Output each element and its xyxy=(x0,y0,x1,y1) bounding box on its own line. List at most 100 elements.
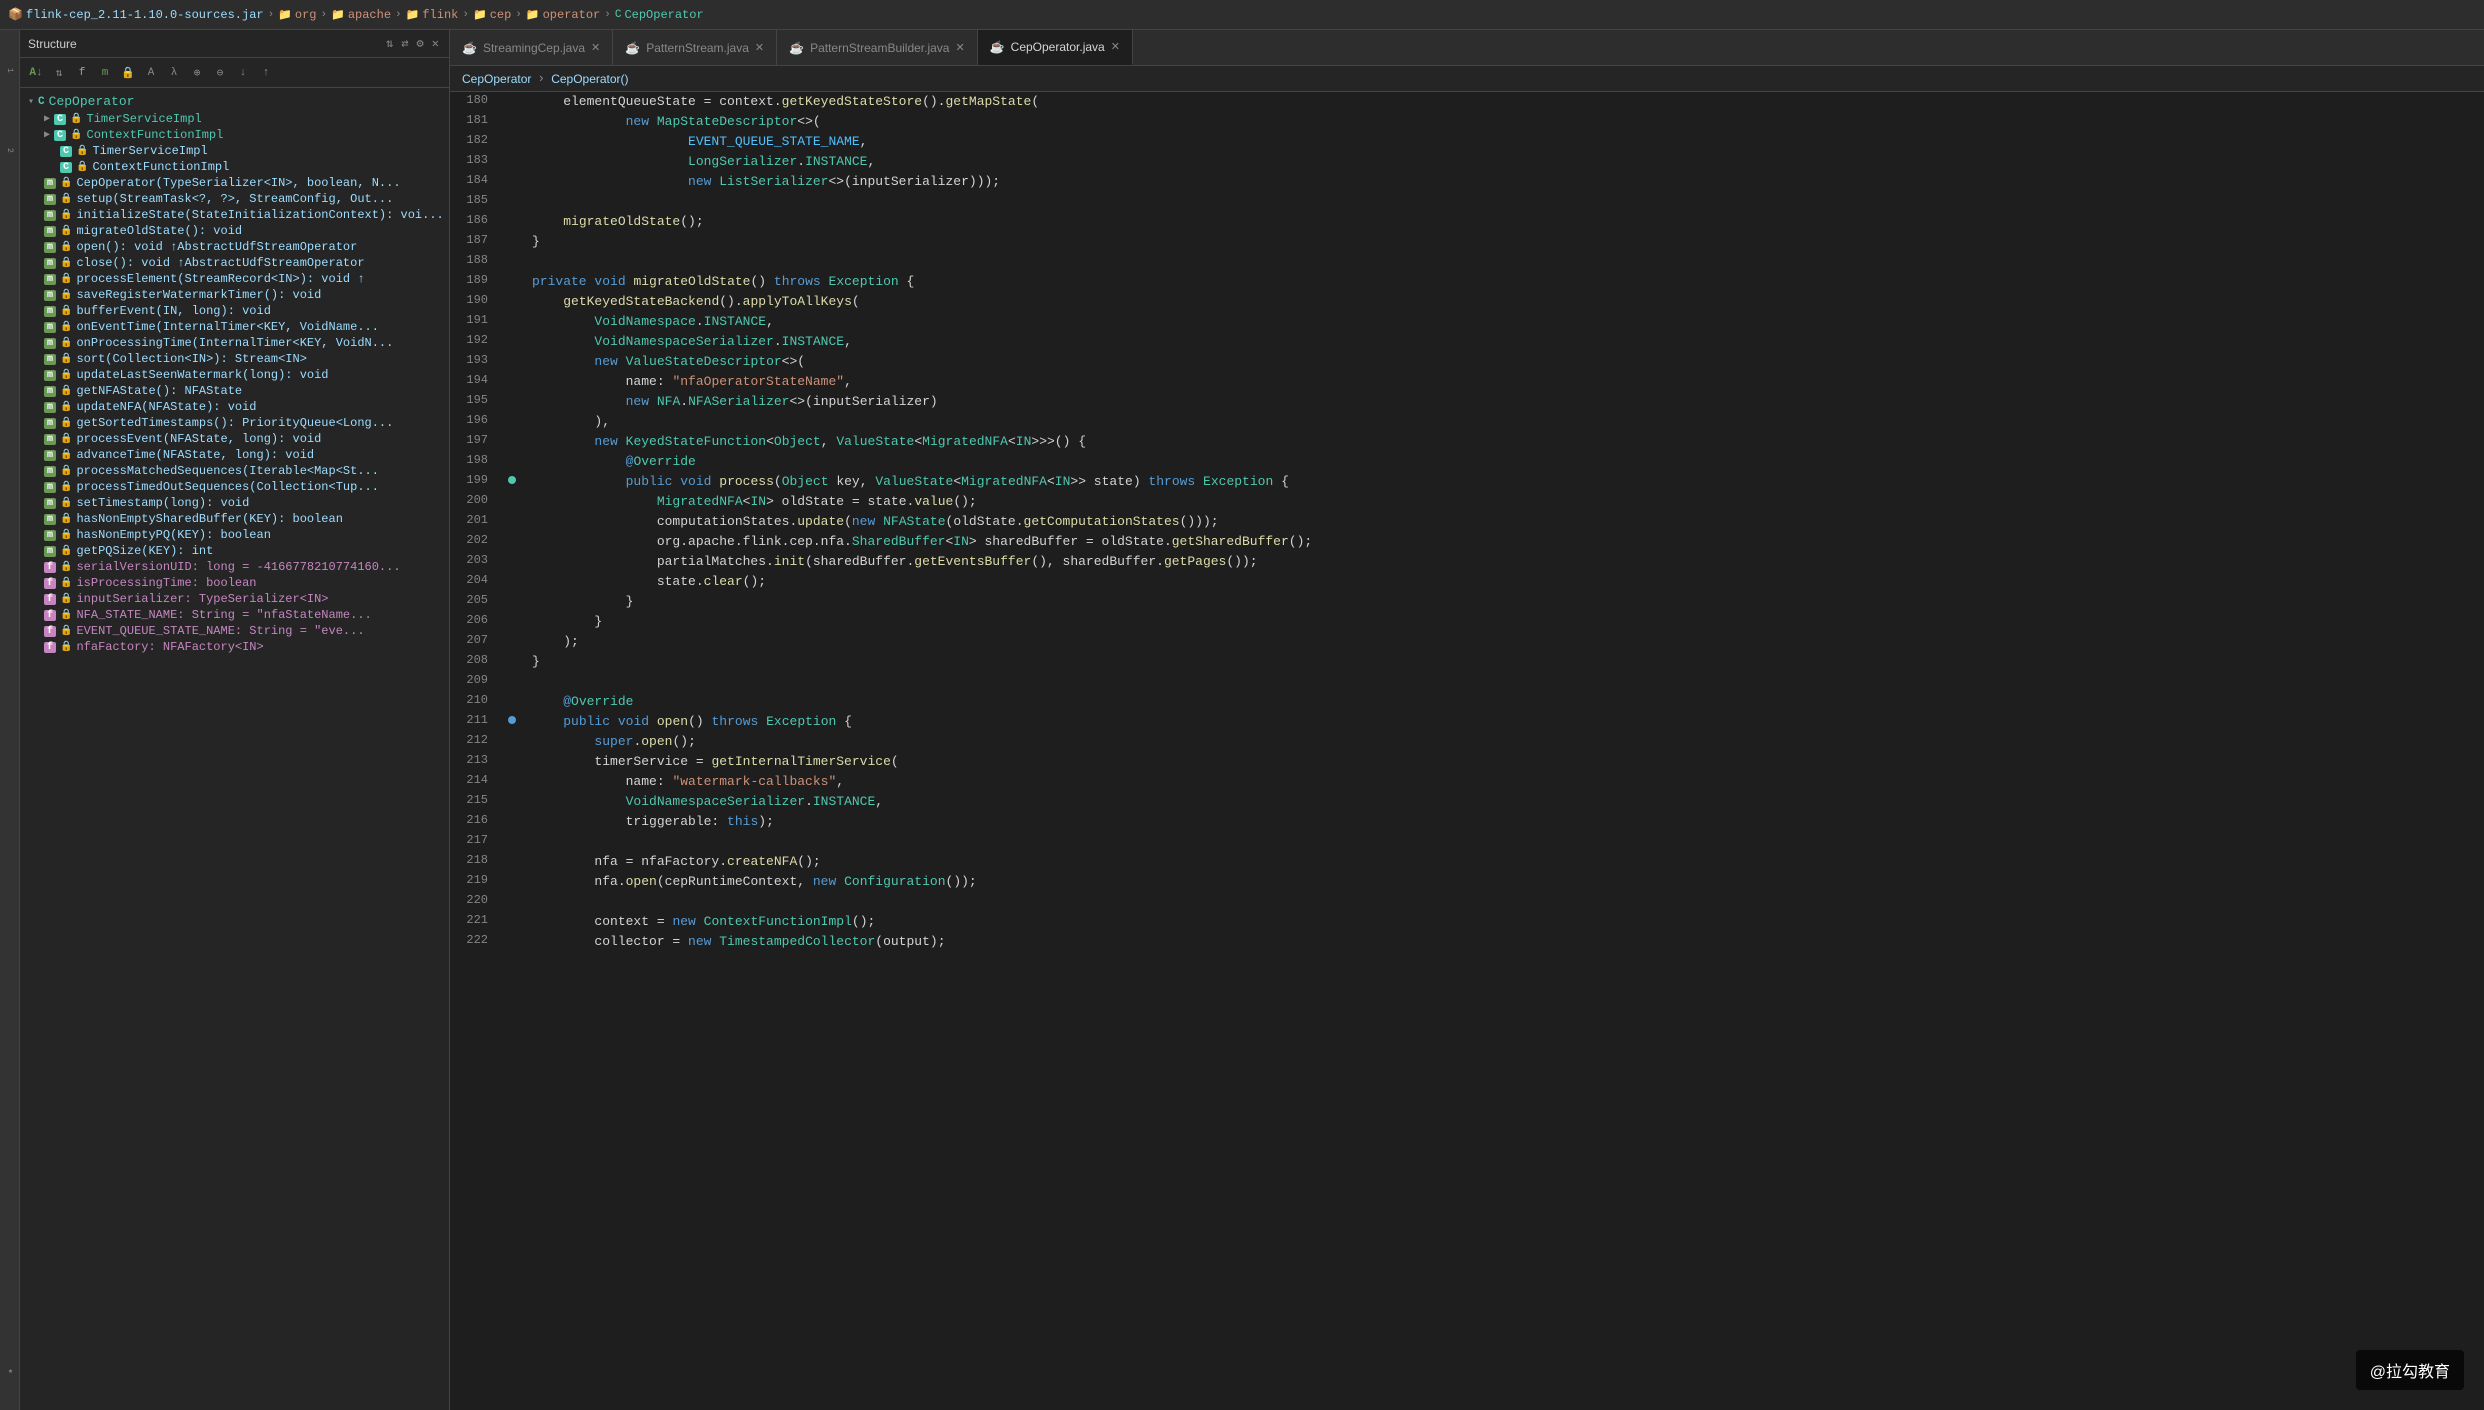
line-number: 199 xyxy=(450,472,500,492)
tree-item-4[interactable]: m🔒initializeState(StateInitializationCon… xyxy=(20,207,449,223)
line-number: 190 xyxy=(450,292,500,312)
collapse-all-btn[interactable]: ⇄ xyxy=(399,35,410,52)
tree-root-item[interactable]: ▾ C CepOperator xyxy=(20,92,449,111)
tree-item-1[interactable]: C🔒ContextFunctionImpl xyxy=(20,159,449,175)
line-number: 186 xyxy=(450,212,500,232)
tab-2[interactable]: ☕PatternStreamBuilder.java✕ xyxy=(777,30,978,65)
breadcrumb-flink[interactable]: 📁 flink xyxy=(406,8,459,22)
code-editor[interactable]: 180 elementQueueState = context.getKeyed… xyxy=(450,92,2484,1410)
breadcrumb-cep[interactable]: 📁 cep xyxy=(473,8,511,22)
scroll-from-source-btn[interactable]: ↑ xyxy=(256,63,276,83)
lock-22: 🔒 xyxy=(60,497,72,509)
tree-label-18: processEvent(NFAState, long): void xyxy=(76,432,321,446)
tree-item-25[interactable]: m🔒getPQSize(KEY): int xyxy=(20,543,449,559)
filter-fields-btn[interactable]: f xyxy=(72,63,92,83)
tree-item-26[interactable]: f🔒serialVersionUID: long = -416677821077… xyxy=(20,559,449,575)
tab-close-0[interactable]: ✕ xyxy=(591,41,600,54)
tree-item-13[interactable]: m🔒sort(Collection<IN>): Stream<IN> xyxy=(20,351,449,367)
root-class-icon: C xyxy=(38,96,45,108)
tree-item-19[interactable]: m🔒advanceTime(NFAState, long): void xyxy=(20,447,449,463)
line-content: @Override xyxy=(524,692,2484,712)
collapse-all-tree-btn[interactable]: ⊖ xyxy=(210,63,230,83)
tree-item-8[interactable]: m🔒processElement(StreamRecord<IN>): void… xyxy=(20,271,449,287)
tab-close-2[interactable]: ✕ xyxy=(955,41,964,54)
tree-label-27: isProcessingTime: boolean xyxy=(76,576,256,590)
tree-item-23[interactable]: m🔒hasNonEmptySharedBuffer(KEY): boolean xyxy=(20,511,449,527)
tab-close-3[interactable]: ✕ xyxy=(1111,40,1120,53)
tree-item-ContextFunctionImpl[interactable]: ▶ C 🔒 ContextFunctionImpl xyxy=(20,127,449,143)
tree-item-11[interactable]: m🔒onEventTime(InternalTimer<KEY, VoidNam… xyxy=(20,319,449,335)
editor-breadcrumb-class[interactable]: CepOperator xyxy=(462,72,531,86)
line-gutter xyxy=(500,752,524,772)
tree-item-31[interactable]: f🔒nfaFactory: NFAFactory<IN> xyxy=(20,639,449,655)
line-gutter xyxy=(500,352,524,372)
tab-0[interactable]: ☕StreamingCep.java✕ xyxy=(450,30,613,65)
tree-item-17[interactable]: m🔒getSortedTimestamps(): PriorityQueue<L… xyxy=(20,415,449,431)
tree-item-TimerServiceImpl[interactable]: ▶ C 🔒 TimerServiceImpl xyxy=(20,111,449,127)
tree-item-22[interactable]: m🔒setTimestamp(long): void xyxy=(20,495,449,511)
breadcrumb-class[interactable]: C CepOperator xyxy=(615,8,704,22)
line-content: name: "nfaOperatorStateName", xyxy=(524,372,2484,392)
tree-item-29[interactable]: f🔒NFA_STATE_NAME: String = "nfaStateName… xyxy=(20,607,449,623)
structure-nav-item[interactable]: 2 xyxy=(0,110,19,190)
tree-item-21[interactable]: m🔒processTimedOutSequences(Collection<Tu… xyxy=(20,479,449,495)
filter-lambda-btn[interactable]: λ xyxy=(164,63,184,83)
line-row: 195 new NFA.NFASerializer<>(inputSeriali… xyxy=(450,392,2484,412)
breakpoint-dot-blue[interactable] xyxy=(508,716,516,724)
tab-close-1[interactable]: ✕ xyxy=(755,41,764,54)
tree-label-8: processElement(StreamRecord<IN>): void ↑ xyxy=(76,272,364,286)
breadcrumb-apache[interactable]: 📁 apache xyxy=(331,8,391,22)
tree-item-7[interactable]: m🔒close(): void ↑AbstractUdfStreamOperat… xyxy=(20,255,449,271)
expand-all-btn[interactable]: ⇅ xyxy=(384,35,395,52)
breadcrumb-operator[interactable]: 📁 operator xyxy=(526,8,600,22)
sort-type-btn[interactable]: ⇅ xyxy=(49,63,69,83)
tab-3[interactable]: ☕CepOperator.java✕ xyxy=(978,30,1133,65)
tree-item-0[interactable]: C🔒TimerServiceImpl xyxy=(20,143,449,159)
lock-11: 🔒 xyxy=(60,321,72,333)
tree-item-18[interactable]: m🔒processEvent(NFAState, long): void xyxy=(20,431,449,447)
tree-item-16[interactable]: m🔒updateNFA(NFAState): void xyxy=(20,399,449,415)
line-content: public void open() throws Exception { xyxy=(524,712,2484,732)
line-number: 202 xyxy=(450,532,500,552)
tree-item-12[interactable]: m🔒onProcessingTime(InternalTimer<KEY, Vo… xyxy=(20,335,449,351)
line-row: 202 org.apache.flink.cep.nfa.SharedBuffe… xyxy=(450,532,2484,552)
line-row: 207 ); xyxy=(450,632,2484,652)
expand-all-tree-btn[interactable]: ⊕ xyxy=(187,63,207,83)
breadcrumb-org[interactable]: 📁 org xyxy=(278,8,316,22)
badge-9: m xyxy=(44,290,56,301)
line-content: org.apache.flink.cep.nfa.SharedBuffer<IN… xyxy=(524,532,2484,552)
tree-item-15[interactable]: m🔒getNFAState(): NFAState xyxy=(20,383,449,399)
line-gutter xyxy=(500,232,524,252)
filter-abstract-btn[interactable]: A xyxy=(141,63,161,83)
project-nav-item[interactable]: 1 xyxy=(0,30,19,110)
tree-label-4: initializeState(StateInitializationConte… xyxy=(76,208,443,222)
line-content: getKeyedStateBackend().applyToAllKeys( xyxy=(524,292,2484,312)
tree-label-23: hasNonEmptySharedBuffer(KEY): boolean xyxy=(76,512,342,526)
settings-btn[interactable]: ⚙ xyxy=(415,35,426,52)
tree-item-9[interactable]: m🔒saveRegisterWatermarkTimer(): void xyxy=(20,287,449,303)
tree-item-24[interactable]: m🔒hasNonEmptyPQ(KEY): boolean xyxy=(20,527,449,543)
tab-1[interactable]: ☕PatternStream.java✕ xyxy=(613,30,777,65)
tree-item-20[interactable]: m🔒processMatchedSequences(Iterable<Map<S… xyxy=(20,463,449,479)
line-row: 209 xyxy=(450,672,2484,692)
tree-item-10[interactable]: m🔒bufferEvent(IN, long): void xyxy=(20,303,449,319)
tree-item-2[interactable]: m🔒CepOperator(TypeSerializer<IN>, boolea… xyxy=(20,175,449,191)
tree-item-3[interactable]: m🔒setup(StreamTask<?, ?>, StreamConfig, … xyxy=(20,191,449,207)
line-number: 215 xyxy=(450,792,500,812)
line-row: 213 timerService = getInternalTimerServi… xyxy=(450,752,2484,772)
breadcrumb-jar[interactable]: 📦 flink-cep_2.11-1.10.0-sources.jar xyxy=(8,7,264,22)
filter-lock-btn[interactable]: 🔒 xyxy=(118,63,138,83)
filter-methods-btn[interactable]: m xyxy=(95,63,115,83)
tree-item-14[interactable]: m🔒updateLastSeenWatermark(long): void xyxy=(20,367,449,383)
tree-item-28[interactable]: f🔒inputSerializer: TypeSerializer<IN> xyxy=(20,591,449,607)
tree-item-27[interactable]: f🔒isProcessingTime: boolean xyxy=(20,575,449,591)
tree-item-6[interactable]: m🔒open(): void ↑AbstractUdfStreamOperato… xyxy=(20,239,449,255)
editor-breadcrumb-method[interactable]: CepOperator() xyxy=(551,72,628,86)
close-panel-btn[interactable]: ✕ xyxy=(430,35,441,52)
favorites-nav-item[interactable]: ★ xyxy=(0,1330,19,1410)
sort-alpha-btn[interactable]: A↓ xyxy=(26,63,46,83)
tree-item-30[interactable]: f🔒EVENT_QUEUE_STATE_NAME: String = "eve.… xyxy=(20,623,449,639)
scroll-to-source-btn[interactable]: ↓ xyxy=(233,63,253,83)
tree-item-5[interactable]: m🔒migrateOldState(): void xyxy=(20,223,449,239)
breakpoint-dot[interactable] xyxy=(508,476,516,484)
